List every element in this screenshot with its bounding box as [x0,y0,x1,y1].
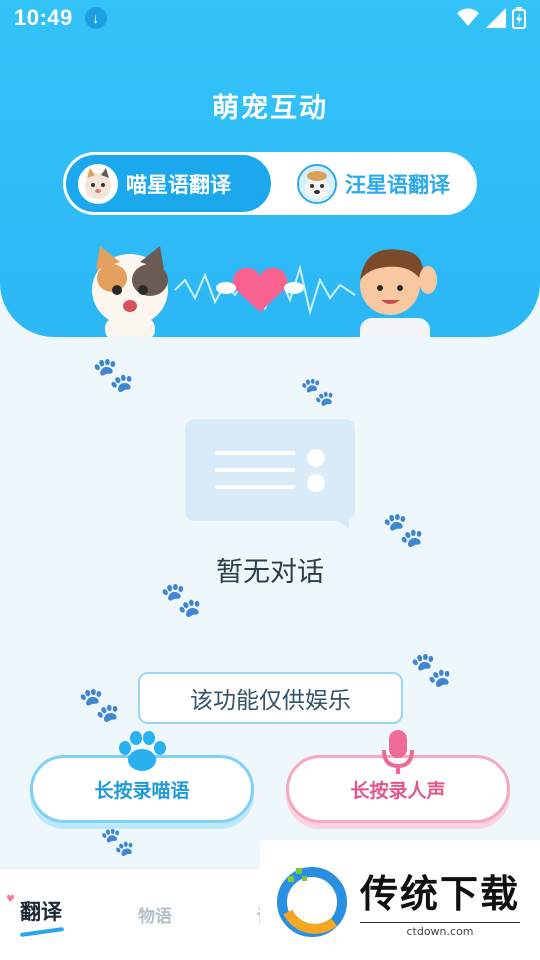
battery-charging-icon [512,7,526,29]
boy-illustration-icon [360,249,437,337]
tab-dog-translate[interactable]: 汪星语翻译 [271,155,474,212]
nav-story-label: 物语 [138,907,172,927]
nav-item-translate[interactable]: ♥ 翻译 [6,894,100,937]
record-human-button[interactable]: 长按录人声 [286,730,510,823]
cat-avatar-icon [78,163,118,204]
dog-avatar-icon [297,163,337,204]
page-title: 萌宠互动 [212,93,328,124]
record-cat-button[interactable]: 长按录喵语 [30,731,254,823]
nav-translate-label: 翻译 [20,899,62,924]
heart-icon [216,267,304,312]
header-panel: 萌宠互动 喵星语翻译 汪星语翻译 [0,0,540,337]
empty-state-text: 暂无对话 [216,557,324,588]
download-arrow-icon: ↓ [84,7,107,29]
status-time: 10:49 [14,5,73,30]
watermark-url: ctdown.com [360,921,520,938]
translate-mode-switch: 喵星语翻译 汪星语翻译 [63,152,477,215]
paw-decoration-icon [100,825,135,858]
paw-decoration-icon [300,375,335,408]
tab-cat-label: 喵星语翻译 [126,172,231,197]
watermark-logo-icon [277,867,347,937]
entertainment-notice: 该功能仅供娱乐 [138,672,403,724]
translation-banner-illustration [92,246,437,337]
paw-icon [119,731,166,771]
signal-icon [486,8,506,28]
paw-decoration-icon [92,355,134,395]
empty-chat-icon [185,419,355,529]
cat-illustration-icon [92,246,168,337]
watermark-title: 传统下载 [360,871,521,916]
nav-item-story[interactable]: 物语 [100,902,210,927]
paw-decoration-icon [382,510,424,550]
record-cat-label: 长按录喵语 [94,779,190,802]
tab-dog-label: 汪星语翻译 [345,172,450,197]
paw-decoration-icon [410,650,452,690]
record-human-label: 长按录人声 [350,779,446,802]
tab-cat-translate[interactable]: 喵星语翻译 [66,155,271,212]
wifi-icon [457,8,479,26]
microphone-icon [382,730,414,774]
watermark-overlay: 传统下载 ctdown.com [260,840,540,960]
heart-mark-icon: ♥ [6,893,15,905]
status-bar: 10:49 ↓ [0,0,540,36]
paw-decoration-icon [78,685,120,725]
active-underline [19,926,65,937]
